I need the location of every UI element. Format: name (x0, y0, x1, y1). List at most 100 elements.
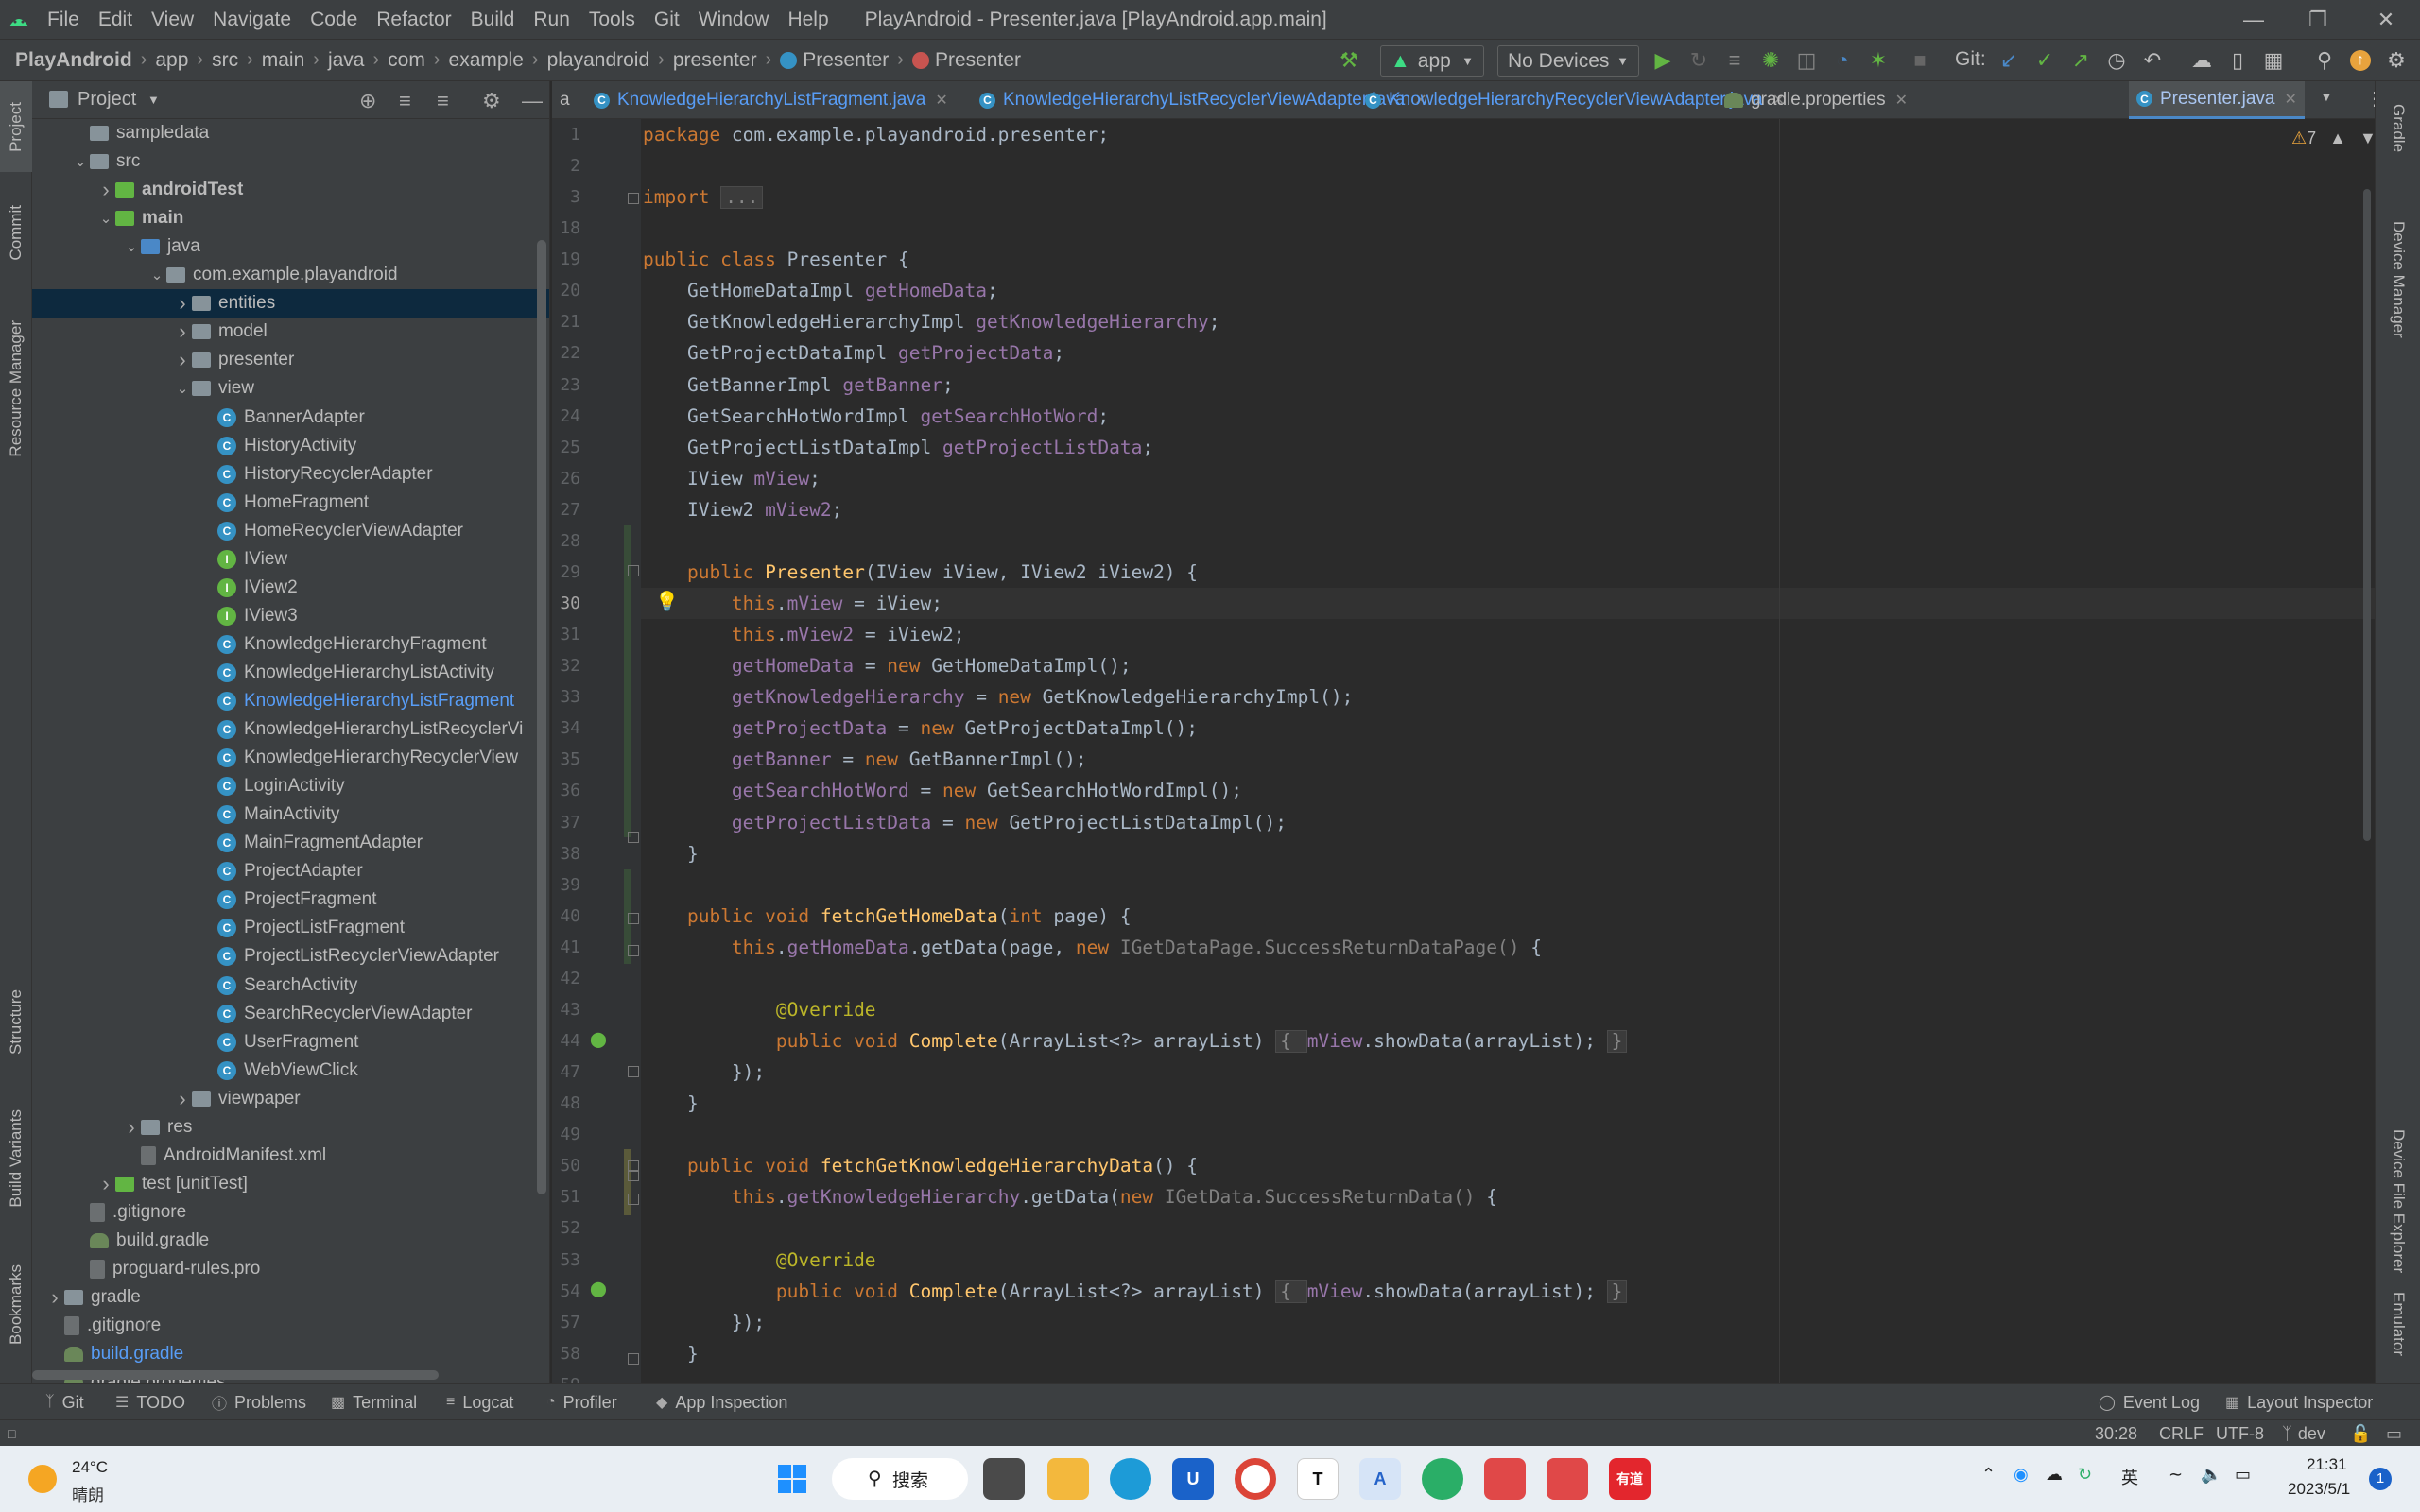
tree-item[interactable]: ⌄ view (32, 374, 549, 403)
tool-tab-commit[interactable]: Commit (0, 185, 32, 280)
fold-marker[interactable] (628, 913, 639, 924)
tree-item[interactable]: C SearchActivity (32, 971, 549, 1000)
tree-item[interactable]: C KnowledgeHierarchyListFragment (32, 687, 549, 715)
tool-tab-device-manager[interactable]: Device Manager (2376, 195, 2420, 365)
app-red-icon-2[interactable] (1547, 1458, 1588, 1500)
attach-debugger-icon[interactable]: ✶ (1866, 48, 1891, 73)
breadcrumb-item[interactable]: playandroid (547, 49, 650, 72)
security-app-icon[interactable]: U (1172, 1458, 1214, 1500)
chevron-right-icon[interactable]: › (173, 319, 192, 344)
project-view-select[interactable]: Project (78, 89, 136, 111)
tool-tab-gradle[interactable]: Gradle (2376, 81, 2420, 176)
menu-git[interactable]: Git (645, 0, 689, 39)
chevron-right-icon[interactable]: › (96, 1172, 115, 1196)
breadcrumb-item[interactable]: com (388, 49, 425, 72)
tree-item[interactable]: sampledata (32, 119, 549, 147)
git-commit-icon[interactable]: ✓ (2032, 48, 2057, 73)
toggle-tool-windows-icon[interactable]: □ (8, 1420, 15, 1447)
tree-item[interactable]: C KnowledgeHierarchyListActivity (32, 659, 549, 687)
git-history-icon[interactable]: ◷ (2104, 48, 2129, 73)
run-config-select[interactable]: ▲ app ▼ (1380, 45, 1484, 77)
tray-overflow-chevron-icon[interactable]: ⌃ (1981, 1465, 1996, 1485)
tree-item[interactable]: C HistoryActivity (32, 432, 549, 460)
chevron-right-icon[interactable]: › (173, 348, 192, 372)
wifi-icon[interactable]: ∼ (2169, 1465, 2183, 1485)
tool-tab-resource-manager[interactable]: Resource Manager (0, 299, 32, 478)
task-view-icon[interactable] (983, 1458, 1025, 1500)
chevron-right-icon[interactable]: › (173, 291, 192, 316)
device-manager-icon[interactable]: ▯ (2225, 48, 2250, 73)
chevron-down-icon[interactable]: ⌄ (173, 380, 192, 397)
tree-item[interactable]: › gradle (32, 1283, 549, 1312)
menu-edit[interactable]: Edit (89, 0, 142, 39)
settings-gear-icon[interactable]: ⚙ (2384, 48, 2409, 73)
override-indicator-icon[interactable]: ⬤ (590, 1280, 607, 1298)
git-update-icon[interactable]: ↙ (1996, 48, 2021, 73)
tree-item[interactable]: ⌄ src (32, 147, 549, 176)
locate-file-icon[interactable]: ⊕ (359, 89, 376, 113)
git-rollback-icon[interactable]: ↶ (2140, 48, 2165, 73)
update-icon[interactable]: ↑ (2350, 50, 2371, 71)
menu-window[interactable]: Window (689, 0, 779, 39)
edge-browser-icon[interactable] (1110, 1458, 1151, 1500)
memory-indicator-icon[interactable]: ▭ (2386, 1420, 2402, 1447)
tree-item[interactable]: ⌄ java (32, 232, 549, 261)
sdk-manager-icon[interactable]: ▦ (2261, 48, 2286, 73)
ime-indicator[interactable]: 英 (2121, 1465, 2138, 1489)
chrome-icon[interactable] (1235, 1458, 1276, 1500)
weather-temperature[interactable]: 24°C (72, 1458, 108, 1477)
tool-logcat[interactable]: ≡ Logcat (446, 1384, 513, 1420)
battery-icon[interactable]: ▭ (2235, 1465, 2251, 1485)
youdao-dict-icon[interactable]: 有道 (1609, 1458, 1651, 1500)
tree-item[interactable]: C KnowledgeHierarchyListRecyclerVi (32, 715, 549, 744)
volume-icon[interactable]: 🔈 (2201, 1465, 2221, 1485)
close-tab-icon[interactable]: ✕ (2284, 90, 2296, 109)
tree-item[interactable]: C WebViewClick (32, 1057, 549, 1085)
tree-item[interactable]: C UserFragment (32, 1028, 549, 1057)
chevron-down-icon[interactable]: ▼ (147, 93, 160, 107)
override-indicator-icon[interactable]: ⬤ (590, 1030, 607, 1049)
gradle-sync-icon[interactable]: ☁ (2189, 48, 2214, 73)
lightbulb-icon[interactable]: 💡 (655, 590, 679, 613)
app-red-icon[interactable] (1484, 1458, 1526, 1500)
settings-gear-icon[interactable]: ⚙ (482, 89, 501, 113)
close-tab-icon[interactable]: ✕ (935, 91, 947, 110)
tree-item[interactable]: C ProjectFragment (32, 885, 549, 914)
tree-item[interactable]: .gitignore (32, 1198, 549, 1227)
tool-tab-structure[interactable]: Structure (0, 970, 32, 1074)
start-windows-icon[interactable] (771, 1458, 813, 1500)
menu-code[interactable]: Code (301, 0, 367, 39)
fold-marker[interactable] (628, 1170, 639, 1181)
git-push-icon[interactable]: ↗ (2068, 48, 2093, 73)
wechat-icon[interactable] (1422, 1458, 1463, 1500)
tree-item[interactable]: C LoginActivity (32, 772, 549, 800)
tree-item[interactable]: › entities (32, 289, 549, 318)
breadcrumb-item[interactable]: java (328, 49, 365, 72)
editor-tab-active[interactable]: C Presenter.java ✕ (2129, 81, 2305, 119)
git-branch-widget[interactable]: ᛉ dev (2282, 1420, 2325, 1447)
breadcrumb-class[interactable]: Presenter (780, 49, 889, 72)
fold-marker[interactable] (628, 945, 639, 956)
typora-icon[interactable]: T (1297, 1458, 1339, 1500)
line-separator[interactable]: CRLF (2159, 1420, 2204, 1447)
menu-navigate[interactable]: Navigate (203, 0, 301, 39)
profile-icon[interactable]: ◔ (1830, 48, 1855, 73)
tree-item[interactable]: › test [unitTest] (32, 1170, 549, 1198)
tree-item[interactable]: › res (32, 1113, 549, 1142)
tray-app-icon[interactable]: ◉ (2014, 1465, 2029, 1485)
tree-item[interactable]: C MainActivity (32, 800, 549, 829)
tree-item[interactable]: C SearchRecyclerViewAdapter (32, 1000, 549, 1028)
breadcrumb-item[interactable]: presenter (673, 49, 757, 72)
tree-item[interactable]: › viewpaper (32, 1085, 549, 1113)
breadcrumb-member[interactable]: Presenter (911, 49, 1021, 72)
fold-marker[interactable] (628, 1066, 639, 1077)
breadcrumb-item[interactable]: PlayAndroid (15, 49, 132, 72)
close-window-button[interactable]: ✕ (2354, 0, 2418, 39)
tree-item[interactable]: C HomeFragment (32, 489, 549, 517)
chevron-right-icon[interactable]: › (96, 178, 115, 202)
tree-horizontal-scrollbar[interactable] (32, 1370, 439, 1380)
tree-item[interactable]: › model (32, 318, 549, 346)
android-studio-taskbar-icon[interactable]: A (1359, 1458, 1401, 1500)
chevron-right-icon[interactable]: › (45, 1285, 64, 1310)
tool-terminal[interactable]: ▩ Terminal (331, 1384, 417, 1420)
